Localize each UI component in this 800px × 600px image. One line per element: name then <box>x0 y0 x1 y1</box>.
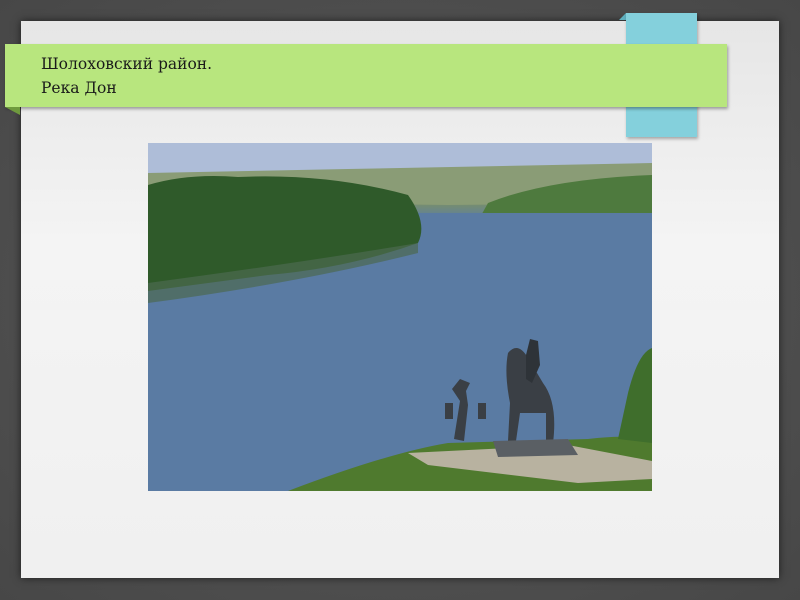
statue-bucket-right <box>478 403 486 419</box>
photo-illustration <box>148 143 652 491</box>
tab-fold <box>619 13 626 20</box>
banner-fold <box>5 107 20 115</box>
river-photo <box>148 143 652 491</box>
title-line-2: Река Дон <box>41 79 117 97</box>
slide-title: Шолоховский район. Река Дон <box>41 52 212 100</box>
statue-pedestal <box>493 439 578 457</box>
title-banner: Шолоховский район. Река Дон <box>5 44 727 107</box>
statue-bucket-left <box>445 403 453 419</box>
title-line-1: Шолоховский район. <box>41 55 213 73</box>
